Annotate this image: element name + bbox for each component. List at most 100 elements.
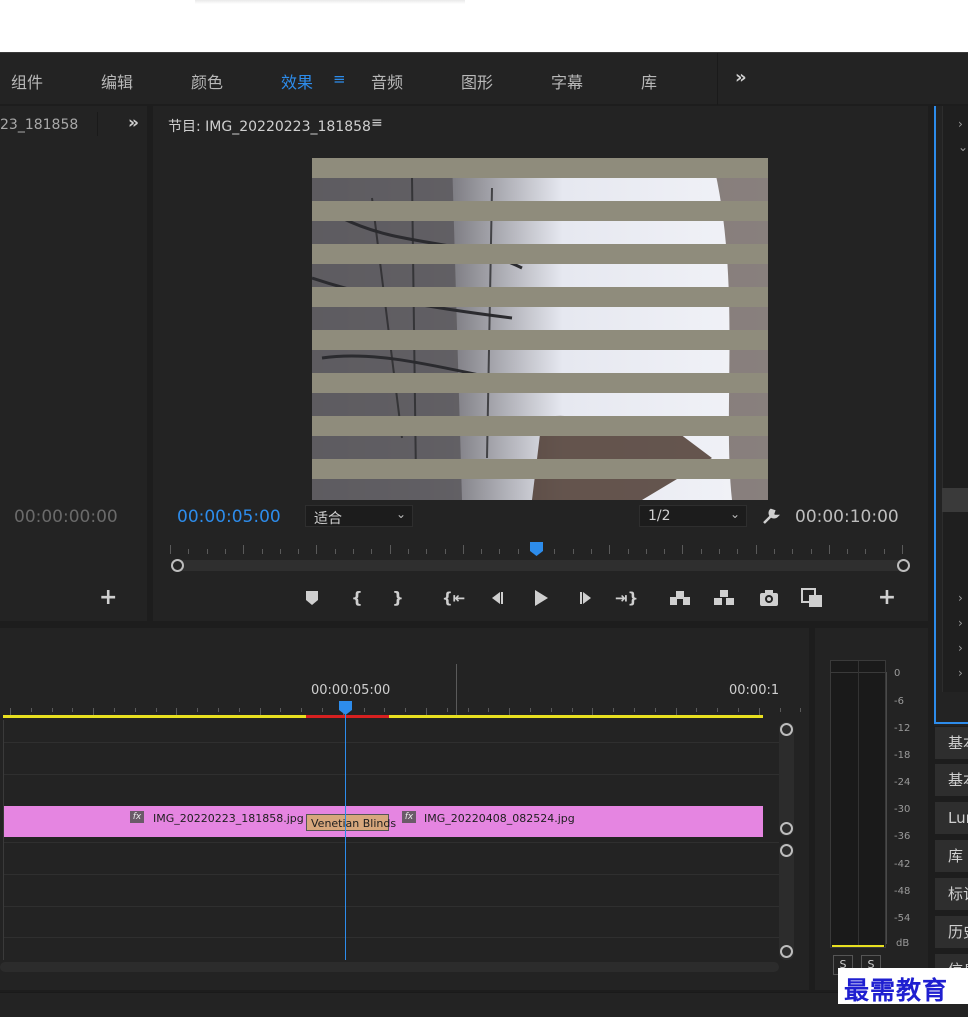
source-timecode[interactable]: 00:00:00:00	[14, 507, 118, 527]
chevron-right-icon[interactable]: ›	[958, 641, 963, 655]
mark-in-icon[interactable]: {	[346, 587, 368, 609]
chevron-down-icon[interactable]: ⌄	[958, 140, 968, 154]
timeline-ruler-tick	[488, 708, 490, 712]
ruler-tick	[902, 545, 903, 554]
timeline-ruler-tick	[405, 708, 407, 712]
ruler-tick	[243, 545, 245, 554]
timeline-ruler-tick	[322, 708, 323, 712]
ruler-tick	[298, 549, 300, 554]
zoom-select[interactable]: 适合 ⌄	[305, 505, 413, 527]
panel-button-libraries[interactable]: 库	[935, 840, 968, 872]
lift-icon[interactable]	[669, 587, 691, 609]
ruler-tick	[316, 545, 318, 554]
transition-venetian-blinds[interactable]: Venetian Blinds	[306, 814, 396, 831]
tab-captions[interactable]: 字幕	[551, 69, 583, 93]
ruler-tick	[444, 549, 446, 554]
timeline-horizontal-scrollbar[interactable]	[0, 962, 779, 972]
wrench-icon[interactable]	[761, 506, 781, 526]
tab-effects[interactable]: 效果	[281, 69, 313, 93]
zoom-scrollbar[interactable]	[176, 560, 906, 571]
ruler-tick	[371, 549, 373, 554]
panel-button-essential-graphics[interactable]: 基本	[935, 727, 968, 759]
selected-effect-row[interactable]	[942, 488, 968, 512]
timeline-ruler-tick	[114, 708, 115, 712]
db-unit-label: dB	[896, 938, 910, 949]
timeline-ruler-tick	[301, 708, 303, 712]
ruler-tick	[188, 549, 190, 554]
db-label: -48	[894, 886, 911, 897]
panel-button-history[interactable]: 历史	[935, 916, 968, 948]
db-label: -36	[894, 831, 911, 842]
more-workspaces-icon[interactable]: »	[735, 67, 747, 88]
extract-icon[interactable]	[713, 587, 735, 609]
panel-button-markers[interactable]: 标记	[935, 878, 968, 910]
timeline-ruler-tick	[800, 708, 802, 712]
zoom-handle-left[interactable]	[171, 559, 184, 572]
clip-b[interactable]: fx IMG_20220408_082524.jpg	[389, 806, 763, 837]
zoom-handle-right[interactable]	[897, 559, 910, 572]
chevron-right-icon[interactable]: ›	[958, 616, 963, 630]
go-to-in-icon[interactable]: {⇤	[442, 587, 465, 609]
divider	[717, 53, 718, 105]
resolution-select-value: 1/2	[648, 508, 671, 524]
status-bar	[0, 992, 968, 1017]
audio-track-scrollbar[interactable]	[779, 843, 794, 960]
tab-graphics[interactable]: 图形	[461, 69, 493, 93]
panel-button-essential-sound[interactable]: 基本	[935, 764, 968, 796]
tab-libraries[interactable]: 库	[641, 69, 657, 93]
db-label: -24	[894, 777, 911, 788]
ruler-tick	[499, 549, 501, 554]
clip-a[interactable]: fx IMG_20220223_181858.jpg	[4, 806, 306, 837]
chevron-right-icon[interactable]: ›	[958, 117, 963, 131]
add-button-icon[interactable]: +	[876, 587, 898, 609]
comparison-view-icon[interactable]	[801, 587, 823, 609]
ruler-tick	[682, 545, 684, 554]
add-button-icon[interactable]: +	[99, 585, 117, 610]
timeline-ruler-tick	[550, 708, 552, 712]
go-to-out-icon[interactable]: ⇥}	[615, 587, 638, 609]
panel-more-icon[interactable]: »	[128, 113, 139, 133]
scroll-handle[interactable]	[780, 822, 793, 835]
marker-icon[interactable]	[301, 587, 323, 609]
program-monitor-title[interactable]: 节目: IMG_20220223_181858	[168, 116, 371, 136]
chevron-right-icon[interactable]: ›	[958, 591, 963, 605]
right-panel	[934, 106, 968, 726]
ruler-tick	[353, 549, 354, 554]
video-track-scrollbar[interactable]	[779, 722, 794, 836]
mark-out-icon[interactable]: }	[387, 587, 409, 609]
export-frame-icon[interactable]	[758, 587, 780, 609]
ruler-tick	[627, 549, 629, 554]
timeline-ruler-tick	[613, 708, 615, 712]
play-icon[interactable]	[530, 587, 552, 609]
ruler-label: 00:00:10	[729, 683, 779, 698]
monitor-playhead[interactable]	[529, 541, 544, 557]
panel-menu-icon[interactable]: ≡	[371, 115, 383, 131]
clip-a-label: IMG_20220223_181858.jpg	[153, 812, 304, 825]
tab-menu-icon[interactable]: ≡	[333, 70, 346, 88]
chevron-right-icon[interactable]: ›	[958, 666, 963, 680]
step-back-icon[interactable]	[486, 587, 508, 609]
timeline-ruler-tick	[51, 708, 53, 712]
scroll-handle[interactable]	[780, 945, 793, 958]
timeline-ruler-tick	[30, 708, 32, 712]
ruler-tick	[810, 549, 812, 554]
resolution-select[interactable]: 1/2 ⌄	[639, 505, 747, 527]
panel-button-lumetri[interactable]: Lumetri	[935, 802, 968, 834]
tab-editing[interactable]: 编辑	[101, 69, 133, 93]
scroll-handle[interactable]	[780, 723, 793, 736]
track-divider	[4, 937, 779, 938]
timeline-ruler-tick	[467, 708, 469, 712]
video-preview[interactable]	[312, 158, 768, 500]
playhead-line	[345, 714, 346, 960]
ruler-tick	[170, 545, 171, 554]
scroll-handle[interactable]	[780, 844, 793, 857]
fx-badge: fx	[402, 811, 416, 823]
tab-audio[interactable]: 音频	[371, 69, 403, 93]
tab-color[interactable]: 颜色	[191, 69, 223, 93]
tab-assembly[interactable]: 组件	[11, 69, 43, 93]
timeline-ruler-tick	[530, 708, 531, 712]
step-forward-icon[interactable]	[575, 587, 597, 609]
divider	[3, 720, 4, 960]
source-panel-title[interactable]: 23_181858	[0, 117, 78, 133]
current-timecode[interactable]: 00:00:05:00	[177, 507, 281, 527]
